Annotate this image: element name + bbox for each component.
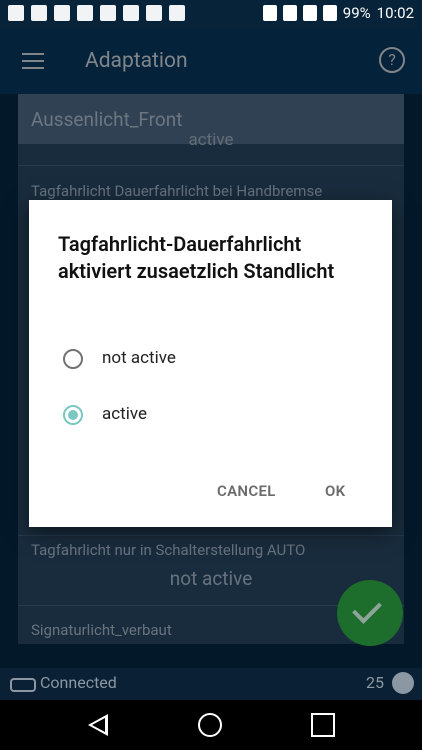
- notification-icon: [100, 5, 116, 21]
- notification-icon: [146, 5, 162, 21]
- connection-status: Connected: [40, 673, 117, 692]
- option-label: not active: [102, 348, 176, 368]
- notification-icon: [54, 5, 70, 21]
- option-dialog: Tagfahrlicht-Dauerfahrlicht aktiviert zu…: [29, 200, 392, 527]
- gauge-icon: [392, 672, 414, 694]
- check-icon: [352, 594, 382, 624]
- battery-percent: 99%: [342, 4, 371, 22]
- notification-icon: [31, 5, 47, 21]
- clock: 10:02: [376, 4, 414, 22]
- counter: 25: [366, 673, 384, 692]
- location-icon: [262, 5, 277, 21]
- cancel-button[interactable]: CANCEL: [217, 482, 276, 500]
- status-bar: 99% 10:02: [0, 0, 422, 28]
- notification-icon: [8, 5, 24, 21]
- apply-fab-button[interactable]: [337, 580, 403, 646]
- back-icon[interactable]: [88, 714, 108, 736]
- home-icon[interactable]: [198, 713, 222, 737]
- notification-icon: [123, 5, 139, 21]
- battery-icon: [322, 5, 337, 21]
- system-icons: 99% 10:02: [262, 4, 414, 22]
- signal-icon: [302, 5, 317, 21]
- notification-icon: [77, 5, 93, 21]
- radio-unchecked[interactable]: [63, 349, 83, 369]
- recents-icon[interactable]: [311, 713, 335, 737]
- notification-icon: [169, 5, 185, 21]
- connection-bar: Connected 25: [0, 668, 422, 700]
- nav-bar: [0, 700, 422, 750]
- bluetooth-icon: [282, 5, 297, 21]
- ok-button[interactable]: OK: [325, 482, 345, 500]
- radio-checked[interactable]: [63, 405, 83, 425]
- notification-icons: [8, 5, 185, 21]
- car-icon: [10, 678, 36, 692]
- dialog-title: Tagfahrlicht-Dauerfahrlicht aktiviert zu…: [58, 232, 335, 283]
- option-label: active: [102, 404, 147, 424]
